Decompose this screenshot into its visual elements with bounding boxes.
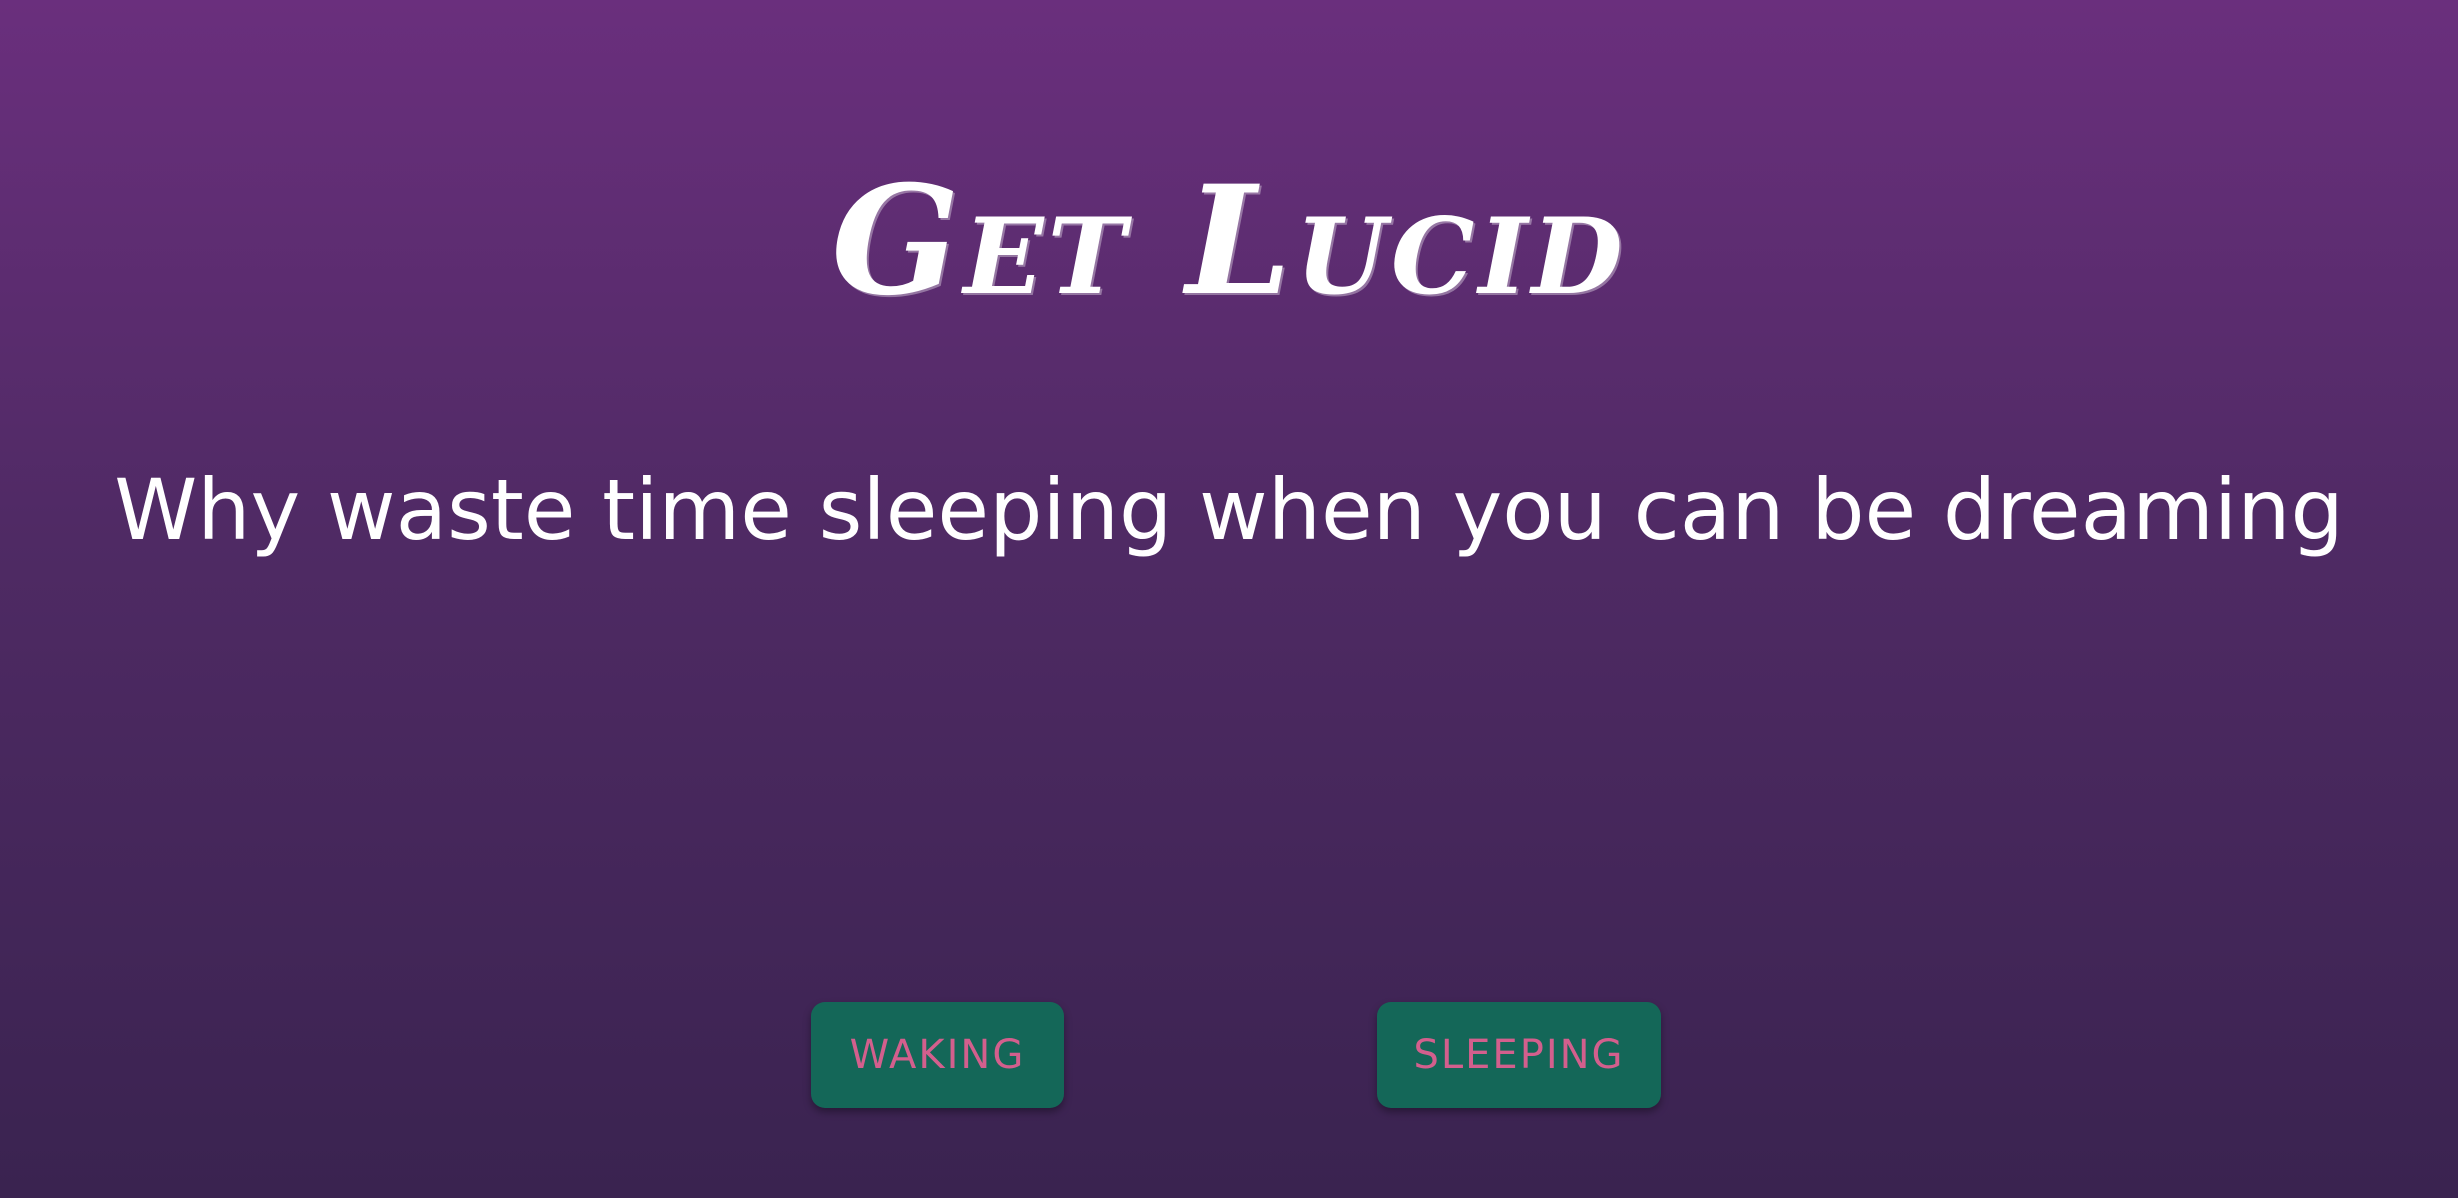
app-title: Get Lucid <box>831 152 1627 329</box>
waking-button[interactable]: WAKING <box>811 1002 1064 1108</box>
sleeping-button[interactable]: SLEEPING <box>1377 1002 1661 1108</box>
tagline: Why waste time sleeping when you can be … <box>114 461 2344 559</box>
